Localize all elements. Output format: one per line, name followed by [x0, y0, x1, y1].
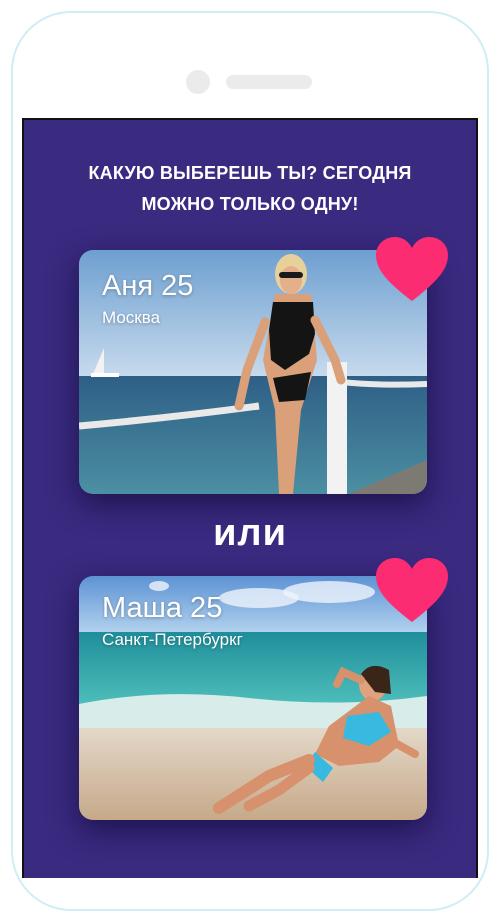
front-camera — [186, 70, 210, 94]
heart-icon[interactable] — [376, 558, 448, 624]
profile-name: Маша 25 — [102, 592, 223, 624]
profile-card-anya[interactable]: Аня 25 Москва — [79, 250, 427, 494]
headline-line-1: КАКУЮ ВЫБЕРЕШЬ ТЫ? СЕГОДНЯ — [88, 163, 412, 183]
profile-city: Москва — [102, 308, 161, 327]
speaker-grille — [226, 75, 312, 89]
heart-icon[interactable] — [376, 237, 448, 303]
app-screen: КАКУЮ ВЫБЕРЕШЬ ТЫ? СЕГОДНЯ МОЖНО ТОЛЬКО … — [22, 118, 478, 878]
headline-line-2: МОЖНО ТОЛЬКО ОДНУ! — [141, 194, 359, 214]
profile-card-masha[interactable]: Маша 25 Санкт-Петербуркг — [79, 576, 427, 820]
headline: КАКУЮ ВЫБЕРЕШЬ ТЫ? СЕГОДНЯ МОЖНО ТОЛЬКО … — [24, 158, 476, 220]
profile-name: Аня 25 — [102, 270, 194, 302]
profile-city: Санкт-Петербуркг — [102, 630, 243, 649]
or-divider: или — [213, 512, 287, 554]
